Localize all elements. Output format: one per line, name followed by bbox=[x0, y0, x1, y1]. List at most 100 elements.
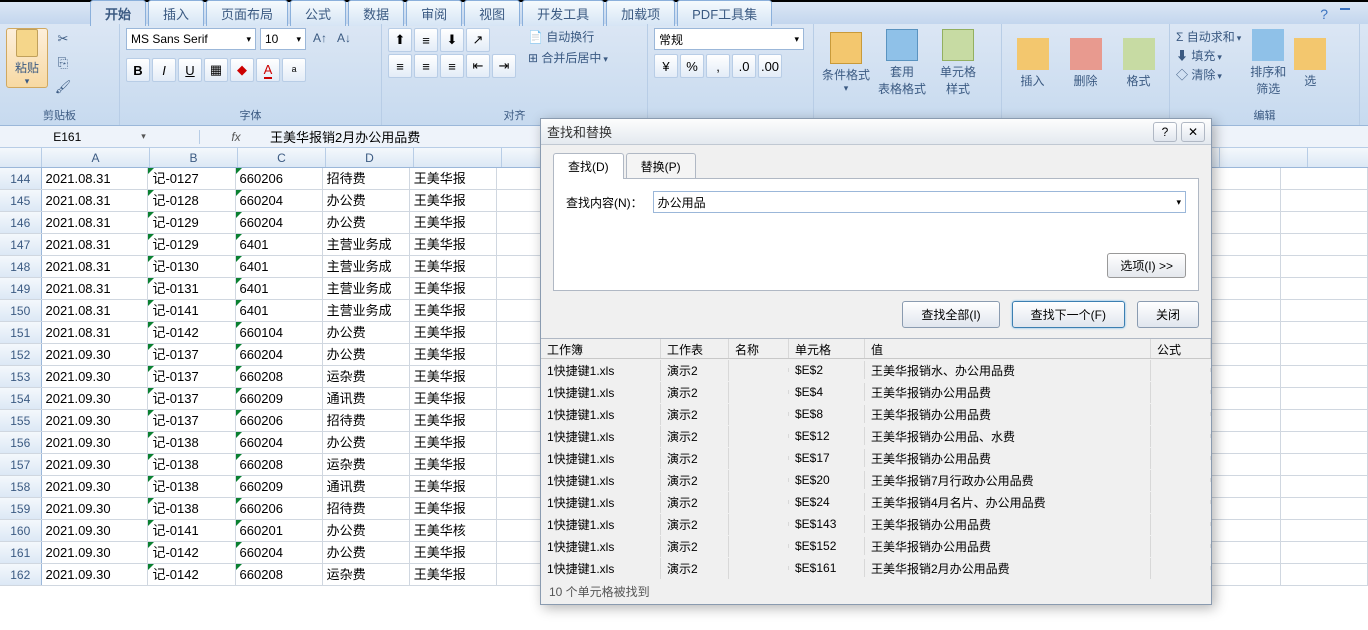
cell[interactable]: 660201 bbox=[236, 520, 323, 541]
header-worksheet[interactable]: 工作表 bbox=[661, 339, 729, 358]
phonetic-button[interactable]: ᵃ bbox=[282, 58, 306, 82]
row-header[interactable]: 144 bbox=[0, 168, 42, 189]
cell[interactable]: 王美华报 bbox=[410, 388, 497, 409]
cell[interactable]: 2021.08.31 bbox=[42, 190, 149, 211]
cell[interactable]: 6401 bbox=[236, 256, 323, 277]
cell[interactable]: 记-0142 bbox=[148, 322, 235, 343]
cell[interactable]: 660204 bbox=[236, 344, 323, 365]
cell[interactable]: 660206 bbox=[236, 410, 323, 431]
cell[interactable]: 记-0138 bbox=[148, 476, 235, 497]
cell[interactable]: 王美华报 bbox=[410, 564, 497, 585]
cell[interactable]: 660209 bbox=[236, 476, 323, 497]
align-top-icon[interactable]: ⬆ bbox=[388, 28, 412, 52]
cell[interactable]: 660204 bbox=[236, 212, 323, 233]
decrease-indent-icon[interactable]: ⇤ bbox=[466, 54, 490, 78]
cell[interactable]: 王美华报 bbox=[410, 498, 497, 519]
cell[interactable]: 记-0138 bbox=[148, 498, 235, 519]
close-button[interactable]: 关闭 bbox=[1137, 301, 1199, 328]
cell[interactable]: 2021.09.30 bbox=[42, 344, 149, 365]
result-row[interactable]: 1快捷键1.xls演示2$E$20王美华报销7月行政办公用品费 bbox=[541, 469, 1211, 491]
cell[interactable]: 记-0129 bbox=[148, 212, 235, 233]
cell[interactable]: 记-0137 bbox=[148, 410, 235, 431]
cell[interactable]: 记-0141 bbox=[148, 520, 235, 541]
cell[interactable]: 2021.08.31 bbox=[42, 168, 149, 189]
cell[interactable]: 运杂费 bbox=[323, 366, 410, 387]
minimize-ribbon-icon[interactable] bbox=[1340, 8, 1350, 10]
row-header[interactable]: 158 bbox=[0, 476, 42, 497]
result-row[interactable]: 1快捷键1.xls演示2$E$4王美华报销办公用品费 bbox=[541, 381, 1211, 403]
cell[interactable]: 记-0137 bbox=[148, 388, 235, 409]
result-row[interactable]: 1快捷键1.xls演示2$E$152王美华报销办公用品费 bbox=[541, 535, 1211, 557]
clear-button[interactable]: ◇ 清除 bbox=[1176, 66, 1241, 83]
ribbon-tab-1[interactable]: 插入 bbox=[148, 0, 204, 26]
find-select-button[interactable]: 选 bbox=[1295, 28, 1325, 98]
result-row[interactable]: 1快捷键1.xls演示2$E$143王美华报销办公用品费 bbox=[541, 513, 1211, 535]
align-right-icon[interactable]: ≡ bbox=[440, 54, 464, 78]
row-header[interactable]: 156 bbox=[0, 432, 42, 453]
cell[interactable]: 记-0142 bbox=[148, 542, 235, 563]
cell[interactable]: 记-0141 bbox=[148, 300, 235, 321]
cell[interactable]: 通讯费 bbox=[323, 476, 410, 497]
result-row[interactable]: 1快捷键1.xls演示2$E$161王美华报销2月办公用品费 bbox=[541, 557, 1211, 579]
cell[interactable]: 660204 bbox=[236, 190, 323, 211]
cell[interactable] bbox=[1281, 410, 1368, 431]
underline-button[interactable]: U bbox=[178, 58, 202, 82]
cell[interactable]: 王美华报 bbox=[410, 454, 497, 475]
row-header[interactable]: 160 bbox=[0, 520, 42, 541]
copy-icon[interactable]: ⎘ bbox=[52, 52, 74, 74]
cell[interactable]: 主营业务成 bbox=[323, 256, 410, 277]
cell[interactable] bbox=[1281, 278, 1368, 299]
cell[interactable] bbox=[1281, 300, 1368, 321]
row-header[interactable]: 161 bbox=[0, 542, 42, 563]
row-header[interactable]: 149 bbox=[0, 278, 42, 299]
cell[interactable]: 王美华报 bbox=[410, 432, 497, 453]
help-icon[interactable]: ? bbox=[1320, 6, 1328, 22]
cell[interactable]: 运杂费 bbox=[323, 454, 410, 475]
ribbon-tab-8[interactable]: 加载项 bbox=[606, 0, 675, 26]
cell[interactable]: 660204 bbox=[236, 432, 323, 453]
cell[interactable]: 2021.08.31 bbox=[42, 322, 149, 343]
font-size-select[interactable]: 10▾ bbox=[260, 28, 306, 50]
cell[interactable]: 王美华报 bbox=[410, 234, 497, 255]
fx-icon[interactable]: fx bbox=[221, 130, 250, 144]
header-workbook[interactable]: 工作簿 bbox=[541, 339, 661, 358]
cell[interactable] bbox=[1281, 388, 1368, 409]
cell[interactable]: 记-0138 bbox=[148, 432, 235, 453]
cell[interactable]: 运杂费 bbox=[323, 564, 410, 585]
format-painter-icon[interactable]: 🖌 bbox=[52, 76, 74, 98]
find-next-button[interactable]: 查找下一个(F) bbox=[1012, 301, 1125, 328]
cell[interactable]: 2021.08.31 bbox=[42, 278, 149, 299]
cell[interactable]: 王美华报 bbox=[410, 344, 497, 365]
cell[interactable]: 主营业务成 bbox=[323, 278, 410, 299]
cell[interactable]: 王美华报 bbox=[410, 322, 497, 343]
increase-indent-icon[interactable]: ⇥ bbox=[492, 54, 516, 78]
cell[interactable]: 办公费 bbox=[323, 344, 410, 365]
cell[interactable] bbox=[1281, 454, 1368, 475]
cell[interactable]: 办公费 bbox=[323, 520, 410, 541]
comma-icon[interactable]: , bbox=[706, 54, 730, 78]
cell[interactable]: 王美华报 bbox=[410, 300, 497, 321]
row-header[interactable]: 154 bbox=[0, 388, 42, 409]
row-header[interactable]: 152 bbox=[0, 344, 42, 365]
cell[interactable] bbox=[1281, 256, 1368, 277]
cell[interactable]: 记-0137 bbox=[148, 366, 235, 387]
cell[interactable]: 记-0128 bbox=[148, 190, 235, 211]
autosum-button[interactable]: Σ 自动求和 bbox=[1176, 28, 1241, 45]
tab-find[interactable]: 查找(D) bbox=[553, 153, 624, 179]
increase-decimal-icon[interactable]: .0 bbox=[732, 54, 756, 78]
row-header[interactable]: 148 bbox=[0, 256, 42, 277]
format-cells-button[interactable]: 格式 bbox=[1114, 28, 1163, 98]
options-button[interactable]: 选项(I) >> bbox=[1107, 253, 1186, 278]
merge-center-button[interactable]: ⊞ 合并后居中 bbox=[528, 49, 608, 66]
cell[interactable] bbox=[1281, 476, 1368, 497]
decrease-decimal-icon[interactable]: .00 bbox=[758, 54, 782, 78]
percent-icon[interactable]: % bbox=[680, 54, 704, 78]
cell[interactable]: 660208 bbox=[236, 366, 323, 387]
cell[interactable]: 王美华报 bbox=[410, 256, 497, 277]
find-input[interactable]: 办公用品▾ bbox=[653, 191, 1186, 213]
cell[interactable]: 王美华报 bbox=[410, 278, 497, 299]
cell[interactable]: 主营业务成 bbox=[323, 234, 410, 255]
cell[interactable]: 主营业务成 bbox=[323, 300, 410, 321]
conditional-format-button[interactable]: 条件格式▾ bbox=[820, 28, 872, 98]
row-header[interactable]: 151 bbox=[0, 322, 42, 343]
